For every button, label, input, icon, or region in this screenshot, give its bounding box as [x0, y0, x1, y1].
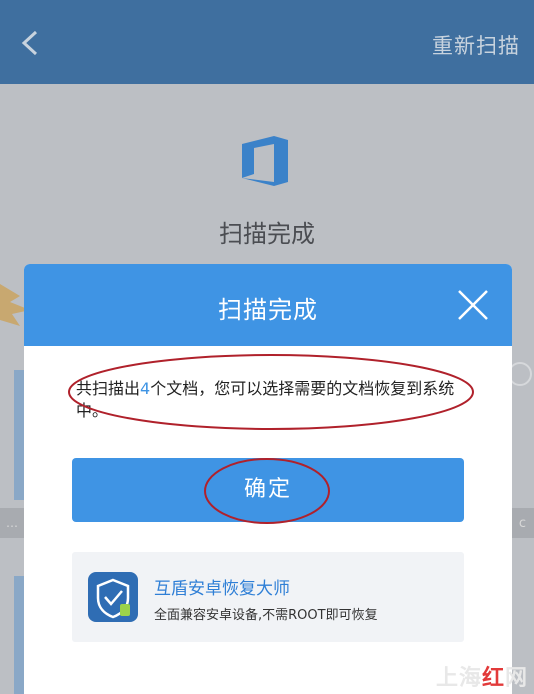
promo-app-description: 全面兼容安卓设备,不需ROOT即可恢复	[154, 608, 378, 623]
dialog-header: 扫描完成	[24, 264, 512, 346]
watermark-text: 网	[504, 666, 528, 691]
scan-complete-dialog: 扫描完成 共扫描出4个文档，您可以选择需要的文档恢复到系统中。 确定 互盾安卓恢…	[24, 264, 512, 694]
shield-app-icon	[88, 572, 138, 622]
background-scan-complete-title: 扫描完成	[219, 220, 315, 248]
background-strip-text: …	[6, 516, 18, 530]
rescan-button[interactable]: 重新扫描	[432, 30, 520, 60]
confirm-button[interactable]: 确定	[72, 458, 464, 522]
promo-app-name: 互盾安卓恢复大师	[154, 579, 290, 599]
document-count: 4	[140, 379, 151, 398]
back-arrow-icon[interactable]	[18, 28, 44, 58]
top-app-bar: 重新扫描	[0, 0, 534, 84]
watermark-text: 上海	[435, 666, 482, 691]
background-strip-text: c	[518, 516, 526, 531]
dialog-message: 共扫描出4个文档，您可以选择需要的文档恢复到系统中。	[76, 378, 476, 422]
message-prefix: 共扫描出	[76, 379, 141, 398]
promo-card[interactable]: 互盾安卓恢复大师 全面兼容安卓设备,不需ROOT即可恢复	[72, 552, 464, 642]
background-card	[14, 370, 24, 500]
dialog-title: 扫描完成	[218, 296, 318, 324]
watermark-text: 红	[481, 666, 505, 691]
background-card	[14, 576, 24, 694]
close-icon[interactable]	[456, 288, 490, 322]
site-watermark: 上海红网	[436, 660, 528, 692]
office-document-icon	[242, 136, 288, 186]
